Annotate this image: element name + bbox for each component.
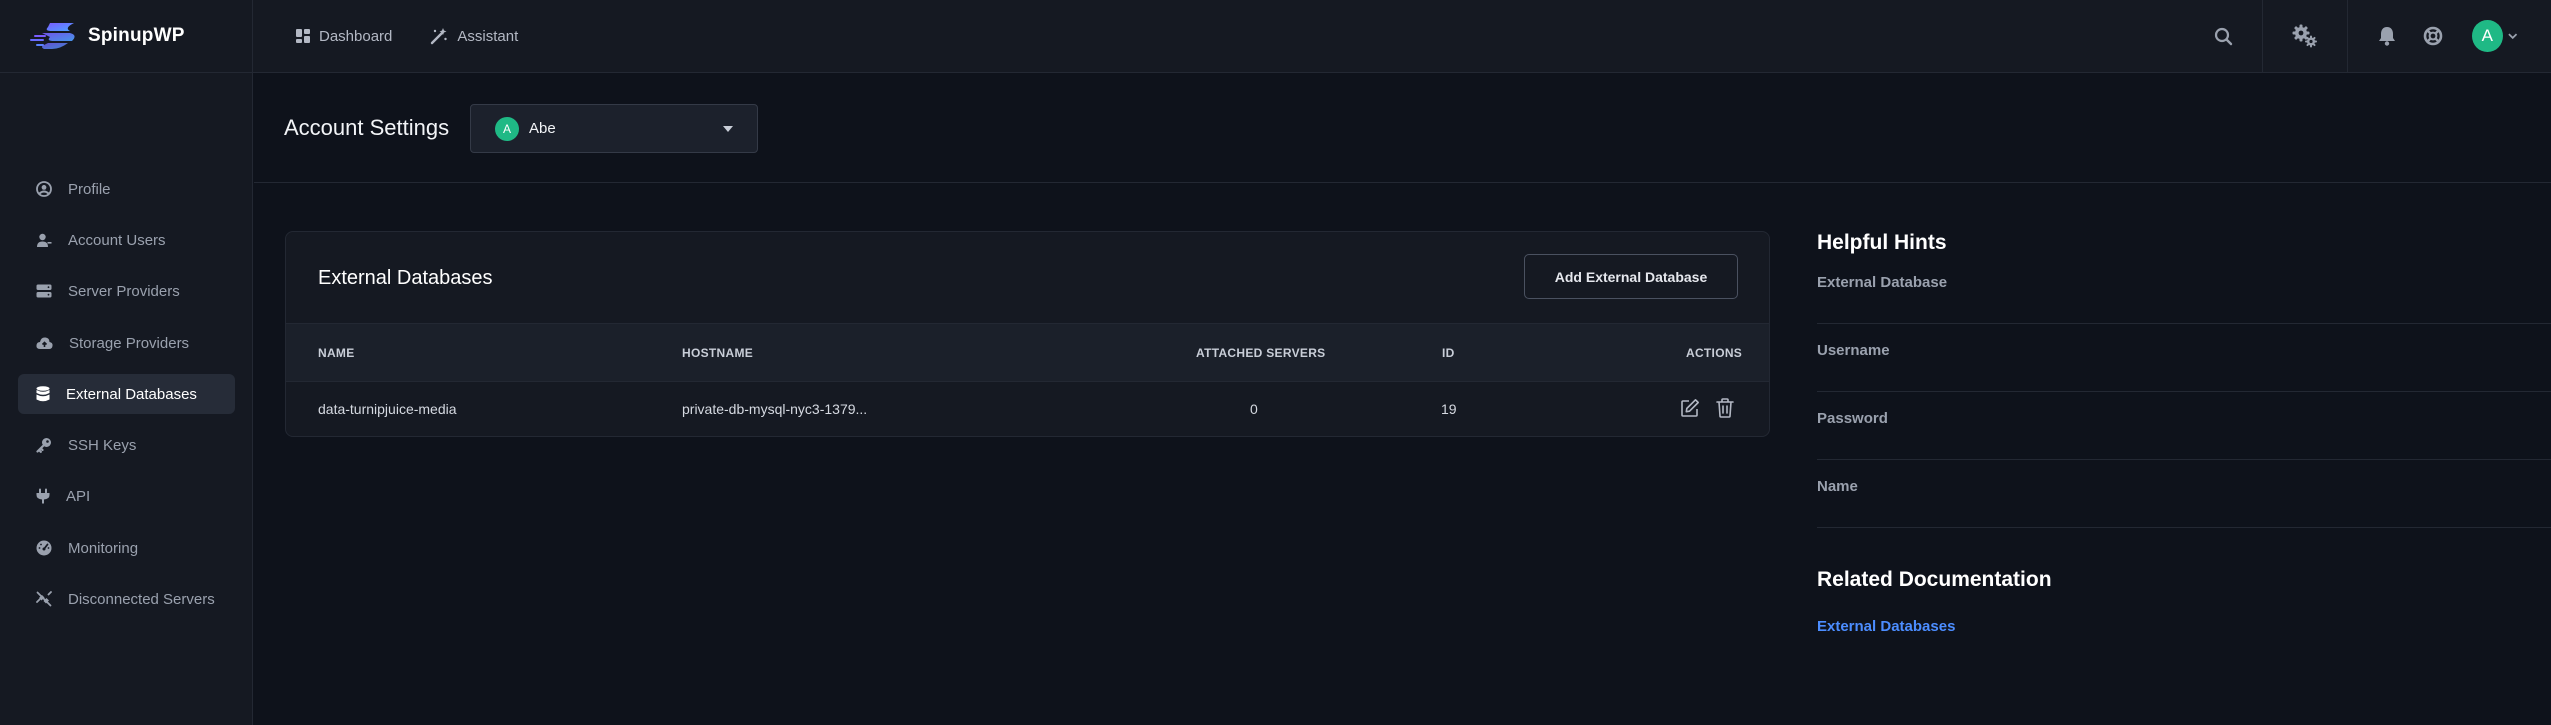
sidebar-item-disconnected-servers[interactable]: Disconnected Servers: [18, 579, 235, 619]
user-circle-icon: [36, 181, 52, 197]
helpful-hints-title: Helpful Hints: [1817, 231, 1947, 254]
cloud-upload-icon: [36, 337, 53, 349]
top-bar: SpinupWP Dashboard Assistant A: [0, 0, 2551, 73]
chevron-down-icon: [2507, 33, 2517, 40]
account-name: Abe: [529, 120, 556, 137]
sidebar-item-label: Storage Providers: [69, 334, 190, 352]
sidebar-item-label: Disconnected Servers: [68, 590, 215, 608]
column-header-id: ID: [1442, 346, 1455, 360]
caret-down-icon: [723, 126, 733, 132]
key-icon: [36, 438, 51, 453]
lifebuoy-icon: [2423, 26, 2443, 46]
related-documentation-title: Related Documentation: [1817, 568, 2052, 591]
add-external-database-button[interactable]: Add External Database: [1524, 254, 1738, 299]
cell-id: 19: [1441, 401, 1457, 417]
gears-icon: [2292, 24, 2317, 48]
column-header-attached-servers: ATTACHED SERVERS: [1196, 346, 1326, 360]
sidebar: Profile Account Users Server Providers S…: [0, 73, 253, 725]
sidebar-item-label: Monitoring: [68, 539, 139, 557]
cell-attached-servers: 0: [1250, 401, 1258, 417]
trash-icon: [1716, 398, 1734, 418]
hint-name[interactable]: Name: [1817, 460, 2551, 528]
account-avatar: A: [495, 116, 519, 141]
top-nav: Dashboard Assistant: [296, 0, 556, 72]
sidebar-item-label: Server Providers: [68, 282, 180, 300]
sidebar-item-api[interactable]: API: [18, 476, 235, 516]
hint-external-database[interactable]: External Database: [1817, 256, 2551, 324]
notifications-button[interactable]: [2375, 0, 2399, 72]
search-button[interactable]: [2210, 0, 2236, 72]
bell-icon: [2379, 27, 2395, 46]
cell-hostname: private-db-mysql-nyc3-1379...: [682, 401, 868, 417]
docs-link-external-databases[interactable]: External Databases: [1817, 618, 1955, 635]
column-header-hostname: HOSTNAME: [682, 346, 754, 360]
search-icon: [2214, 27, 2232, 45]
brand-name: SpinupWP: [88, 25, 185, 46]
hint-label: External Database: [1817, 274, 1948, 291]
dashboard-icon: [296, 29, 310, 43]
user-icon: [37, 233, 52, 247]
nav-dashboard-label: Dashboard: [319, 27, 393, 45]
sidebar-item-server-providers[interactable]: Server Providers: [18, 271, 235, 311]
settings-button[interactable]: [2290, 0, 2320, 72]
separator: [2347, 0, 2348, 72]
page-title: Account Settings: [284, 115, 450, 140]
nav-dashboard[interactable]: Dashboard: [296, 28, 392, 45]
hint-username[interactable]: Username: [1817, 324, 2551, 392]
card-title: External Databases: [318, 267, 493, 289]
disconnect-icon: [36, 591, 52, 607]
delete-button[interactable]: [1716, 398, 1734, 423]
spinupwp-logo-icon: [30, 23, 75, 49]
avatar: A: [2472, 20, 2503, 52]
hint-label: Username: [1817, 342, 1890, 359]
help-button[interactable]: [2421, 0, 2445, 72]
nav-assistant[interactable]: Assistant: [430, 27, 518, 45]
hint-password[interactable]: Password: [1817, 392, 2551, 460]
sidebar-item-monitoring[interactable]: Monitoring: [18, 528, 235, 568]
edit-icon: [1681, 399, 1699, 417]
gauge-icon: [36, 540, 52, 556]
database-icon: [36, 386, 50, 402]
external-databases-card: External Databases Add External Database…: [285, 231, 1770, 437]
column-header-actions: ACTIONS: [1686, 346, 1743, 360]
page-header: Account Settings A Abe: [254, 73, 2551, 183]
account-select[interactable]: A Abe: [470, 104, 758, 153]
brand-logo[interactable]: SpinupWP: [0, 0, 253, 72]
sidebar-item-label: External Databases: [66, 385, 197, 403]
user-menu[interactable]: A: [2472, 0, 2518, 72]
plug-icon: [36, 488, 50, 504]
column-header-name: NAME: [318, 346, 355, 360]
separator: [2262, 0, 2263, 72]
sidebar-item-label: SSH Keys: [68, 436, 137, 454]
sidebar-item-external-databases[interactable]: External Databases: [18, 374, 235, 414]
sidebar-item-account-users[interactable]: Account Users: [18, 220, 235, 260]
cell-name: data-turnipjuice-media: [318, 401, 457, 417]
sidebar-item-label: API: [66, 487, 91, 505]
sidebar-item-storage-providers[interactable]: Storage Providers: [18, 323, 235, 363]
edit-button[interactable]: [1680, 398, 1700, 423]
sidebar-item-label: Account Users: [68, 231, 166, 249]
server-icon: [36, 284, 52, 298]
table-header: NAME HOSTNAME ATTACHED SERVERS ID ACTION…: [286, 323, 1769, 382]
nav-assistant-label: Assistant: [457, 27, 519, 45]
wand-icon: [431, 28, 448, 45]
hint-label: Password: [1817, 410, 1888, 427]
hint-label: Name: [1817, 478, 1858, 495]
sidebar-item-label: Profile: [68, 180, 111, 198]
sidebar-item-ssh-keys[interactable]: SSH Keys: [18, 425, 235, 465]
table-row: data-turnipjuice-media private-db-mysql-…: [286, 382, 1769, 436]
sidebar-item-profile[interactable]: Profile: [18, 169, 235, 209]
